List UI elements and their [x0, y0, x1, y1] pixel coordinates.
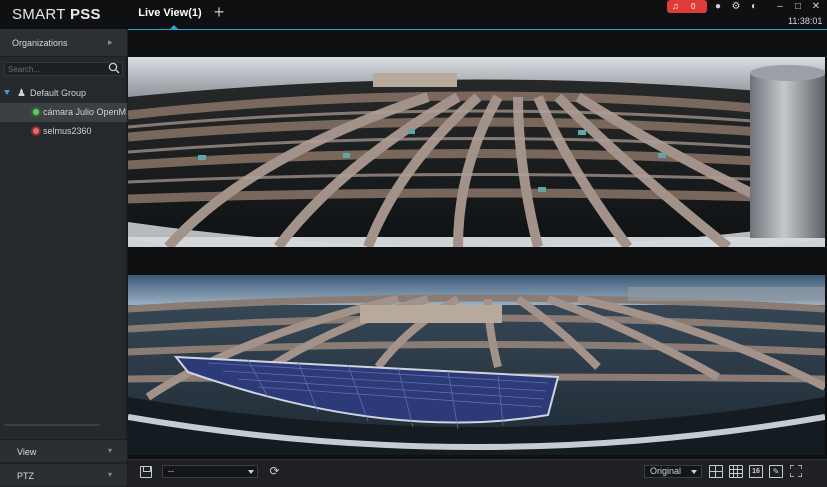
- close-icon[interactable]: ✕: [810, 1, 822, 13]
- upper-panorama: [128, 57, 825, 264]
- save-view-button[interactable]: [140, 466, 152, 478]
- search-input[interactable]: [8, 63, 103, 75]
- tab-accent-line: [128, 29, 827, 30]
- smart-pss-window: SMART PSS Live View(1) + ♫ 0 ● ⚙ ◐ – □ ✕…: [0, 0, 827, 487]
- chevron-right-icon: ▸: [108, 37, 113, 47]
- maximize-icon[interactable]: □: [792, 1, 804, 13]
- lower-panorama: [128, 275, 825, 455]
- device-sidebar: Organizations ▸ ♟ Default Group cámara J…: [0, 29, 127, 487]
- refresh-icon[interactable]: ⟳: [268, 465, 281, 478]
- device-tree: ♟ Default Group cámara Julio OpenM selmu…: [0, 84, 127, 141]
- live-view-area: [128, 29, 827, 459]
- layout-4-button[interactable]: [709, 465, 723, 478]
- group-icon: ♟: [17, 88, 26, 99]
- view-select-value: --: [168, 466, 174, 476]
- custom-layout-edit-icon[interactable]: ✎: [769, 465, 783, 478]
- clock: 11:38:01: [788, 16, 823, 26]
- view-section-label: View: [17, 447, 37, 457]
- panorama-divider: [128, 247, 825, 275]
- camera-online-icon: [31, 107, 41, 117]
- dropdown-caret-icon: [691, 470, 697, 474]
- alarm-button[interactable]: ♫ 0: [667, 0, 707, 13]
- tree-node-device[interactable]: selmus2360: [0, 122, 127, 141]
- organizations-header[interactable]: Organizations ▸: [0, 29, 127, 57]
- search-icon[interactable]: [108, 62, 120, 74]
- alarm-count: 0: [691, 2, 696, 11]
- speaker-icon: ♫: [672, 1, 679, 11]
- layout-9-button[interactable]: [729, 465, 743, 478]
- ptz-section-header[interactable]: PTZ ▾: [0, 463, 127, 485]
- scale-select-dropdown[interactable]: Original: [644, 465, 702, 478]
- scale-select-value: Original: [650, 466, 682, 476]
- tree-node-device[interactable]: cámara Julio OpenM: [0, 103, 127, 122]
- panoramic-camera-feed: [128, 57, 825, 455]
- chevron-down-icon: ▾: [108, 470, 113, 479]
- search-box: [4, 62, 123, 76]
- expand-caret-icon[interactable]: [4, 90, 10, 95]
- performance-icon[interactable]: ◐: [748, 1, 760, 13]
- add-tab-button[interactable]: +: [210, 3, 228, 22]
- layout-16-button[interactable]: 16: [749, 465, 763, 478]
- live-view-toolbar: -- ⟳ Original 16 ✎: [128, 459, 827, 487]
- device-label: selmus2360: [43, 126, 92, 136]
- title-bar: SMART PSS Live View(1) + ♫ 0 ● ⚙ ◐ – □ ✕…: [0, 0, 827, 29]
- view-select-dropdown[interactable]: --: [162, 465, 258, 478]
- dropdown-caret-icon: [248, 470, 254, 474]
- ptz-section-label: PTZ: [17, 471, 34, 481]
- minimize-icon[interactable]: –: [774, 1, 786, 13]
- view-section-header[interactable]: View ▾: [0, 439, 127, 461]
- video-pane-panoramic[interactable]: [128, 57, 825, 455]
- tree-node-default-group[interactable]: ♟ Default Group: [0, 84, 127, 103]
- app-logo: SMART PSS: [12, 6, 101, 23]
- horizontal-scrollbar[interactable]: [4, 424, 100, 426]
- group-label: Default Group: [30, 88, 87, 98]
- organizations-label: Organizations: [12, 38, 68, 48]
- fullscreen-icon[interactable]: [790, 465, 802, 477]
- camera-offline-icon: [31, 126, 41, 136]
- user-icon[interactable]: ●: [712, 1, 724, 13]
- device-label: cámara Julio OpenM: [43, 107, 127, 117]
- gear-icon[interactable]: ⚙: [730, 1, 742, 13]
- chevron-down-icon: ▾: [108, 446, 113, 455]
